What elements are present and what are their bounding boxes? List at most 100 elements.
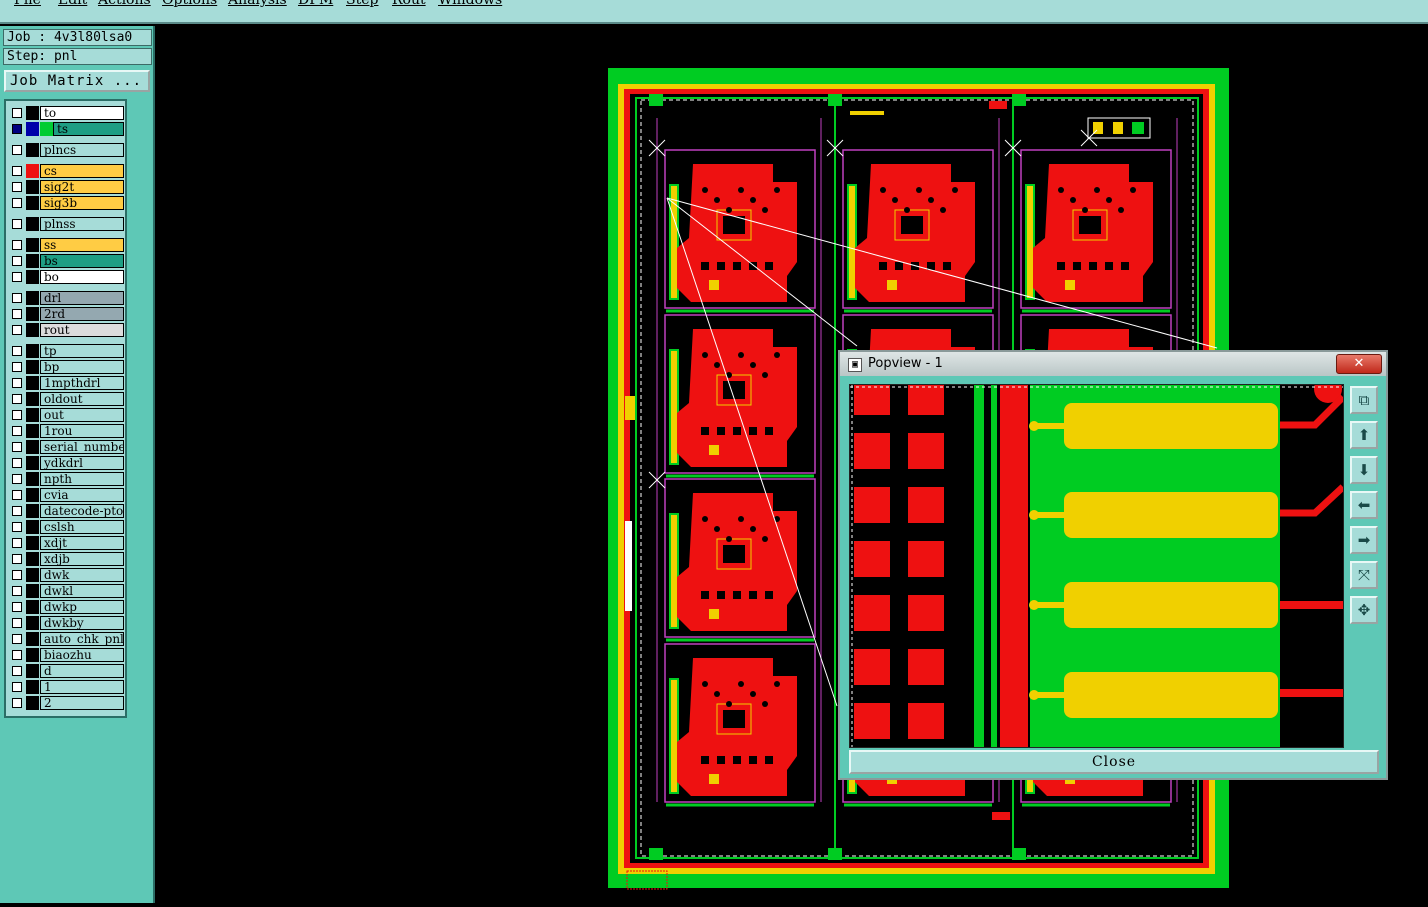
layer-name[interactable]: ydkdrl	[40, 456, 124, 470]
layer-row-oldout[interactable]: oldout	[9, 392, 124, 406]
layer-name[interactable]: cs	[40, 164, 124, 178]
layer-row-1mpthdrl[interactable]: 1mpthdrl	[9, 376, 124, 390]
layer-name[interactable]: npth	[40, 472, 124, 486]
layer-name[interactable]: sig2t	[40, 180, 124, 194]
layer-row-drl[interactable]: drl	[9, 291, 124, 305]
layer-name[interactable]: cslsh	[40, 520, 124, 534]
layer-name[interactable]: 2	[40, 696, 124, 710]
layer-name[interactable]: ts	[53, 122, 124, 136]
layer-name[interactable]: xdjt	[40, 536, 124, 550]
layer-row-datecode-pto[interactable]: datecode-pto	[9, 504, 124, 518]
layer-row-cslsh[interactable]: cslsh	[9, 520, 124, 534]
layer-checkbox[interactable]	[12, 618, 22, 628]
layer-checkbox[interactable]	[12, 698, 22, 708]
layer-row-2[interactable]: 2	[9, 696, 124, 710]
layer-row-tp[interactable]: tp	[9, 344, 124, 358]
zoom-window-icon[interactable]: ⧉	[1350, 386, 1378, 414]
layer-row-bo[interactable]: bo	[9, 270, 124, 284]
layer-row-xdjt[interactable]: xdjt	[9, 536, 124, 550]
layer-checkbox[interactable]	[12, 554, 22, 564]
layer-row-plncs[interactable]: plncs	[9, 143, 124, 157]
menu-dfm[interactable]: DFM	[298, 0, 333, 8]
menu-rout[interactable]: Rout	[392, 0, 426, 8]
layer-checkbox[interactable]	[12, 682, 22, 692]
layer-name[interactable]: dwkl	[40, 584, 124, 598]
layer-name[interactable]: dwk	[40, 568, 124, 582]
layer-name[interactable]: 1rou	[40, 424, 124, 438]
menu-options[interactable]: Options	[162, 0, 217, 8]
layer-checkbox[interactable]	[12, 410, 22, 420]
layer-name[interactable]: 1mpthdrl	[40, 376, 124, 390]
layer-name[interactable]: rout	[40, 323, 124, 337]
layer-row-dwkp[interactable]: dwkp	[9, 600, 124, 614]
layer-checkbox[interactable]	[12, 650, 22, 660]
layer-checkbox[interactable]	[12, 182, 22, 192]
popview-titlebar[interactable]: ▣ Popview - 1 ✕	[840, 352, 1386, 376]
menu-actions[interactable]: Actions	[98, 0, 151, 8]
layer-row-dwkl[interactable]: dwkl	[9, 584, 124, 598]
layer-checkbox[interactable]	[12, 145, 22, 155]
layer-checkbox[interactable]	[12, 458, 22, 468]
layer-row-biaozhu[interactable]: biaozhu	[9, 648, 124, 662]
layer-checkbox[interactable]	[12, 666, 22, 676]
layer-row-sig2t[interactable]: sig2t	[9, 180, 124, 194]
layer-row-ss[interactable]: ss	[9, 238, 124, 252]
layer-checkbox[interactable]	[12, 293, 22, 303]
zoom-in-icon[interactable]: ⤧	[1350, 561, 1378, 589]
layer-row-2rd[interactable]: 2rd	[9, 307, 124, 321]
layer-name[interactable]: dwkp	[40, 600, 124, 614]
layer-checkbox[interactable]	[12, 272, 22, 282]
layer-name[interactable]: 1	[40, 680, 124, 694]
layer-checkbox[interactable]	[12, 506, 22, 516]
layer-checkbox[interactable]	[12, 325, 22, 335]
layer-name[interactable]: ss	[40, 238, 124, 252]
layer-name[interactable]: cvia	[40, 488, 124, 502]
menu-step[interactable]: Step	[346, 0, 378, 8]
layer-name[interactable]: bp	[40, 360, 124, 374]
layer-checkbox[interactable]	[12, 586, 22, 596]
pan-right-icon[interactable]: ➡	[1350, 526, 1378, 554]
pan-left-icon[interactable]: ⬅	[1350, 491, 1378, 519]
layer-checkbox[interactable]	[12, 538, 22, 548]
layer-name[interactable]: to	[40, 106, 124, 120]
layer-row-auto_chk_pnl[interactable]: auto_chk_pnl	[9, 632, 124, 646]
popview-close-button[interactable]: Close	[849, 750, 1379, 774]
layer-name[interactable]: sig3b	[40, 196, 124, 210]
layer-checkbox[interactable]	[12, 378, 22, 388]
layer-name[interactable]: drl	[40, 291, 124, 305]
layer-name[interactable]: biaozhu	[40, 648, 124, 662]
layer-name[interactable]: datecode-pto	[40, 504, 124, 518]
pan-down-icon[interactable]: ⬇	[1350, 456, 1378, 484]
layer-row-ydkdrl[interactable]: ydkdrl	[9, 456, 124, 470]
layer-row-bs[interactable]: bs	[9, 254, 124, 268]
layer-row-out[interactable]: out	[9, 408, 124, 422]
layer-row-sig3b[interactable]: sig3b	[9, 196, 124, 210]
layer-row-plnss[interactable]: plnss	[9, 217, 124, 231]
layer-row-dwk[interactable]: dwk	[9, 568, 124, 582]
layer-checkbox[interactable]	[12, 166, 22, 176]
layer-checkbox[interactable]	[12, 602, 22, 612]
layer-row-1rou[interactable]: 1rou	[9, 424, 124, 438]
layer-name[interactable]: bo	[40, 270, 124, 284]
layer-checkbox[interactable]	[12, 309, 22, 319]
layer-name[interactable]: d	[40, 664, 124, 678]
layer-row-cs[interactable]: cs	[9, 164, 124, 178]
layer-checkbox[interactable]	[12, 198, 22, 208]
layer-name[interactable]: bs	[40, 254, 124, 268]
layer-row-cvia[interactable]: cvia	[9, 488, 124, 502]
layer-name[interactable]: plncs	[40, 143, 124, 157]
layer-name[interactable]: out	[40, 408, 124, 422]
layer-checkbox[interactable]	[12, 362, 22, 372]
layer-name[interactable]: oldout	[40, 392, 124, 406]
layer-name[interactable]: dwkby	[40, 616, 124, 630]
layer-row-xdjb[interactable]: xdjb	[9, 552, 124, 566]
layer-checkbox[interactable]	[12, 474, 22, 484]
zoom-out-icon[interactable]: ✥	[1350, 596, 1378, 624]
layer-name[interactable]: serial_numbe	[40, 440, 124, 454]
pan-up-icon[interactable]: ⬆	[1350, 421, 1378, 449]
layer-checkbox[interactable]	[12, 219, 22, 229]
layer-row-ts[interactable]: ts	[9, 122, 124, 136]
window-close-button[interactable]: ✕	[1336, 354, 1382, 374]
layer-checkbox[interactable]	[12, 442, 22, 452]
layer-checkbox[interactable]	[12, 240, 22, 250]
